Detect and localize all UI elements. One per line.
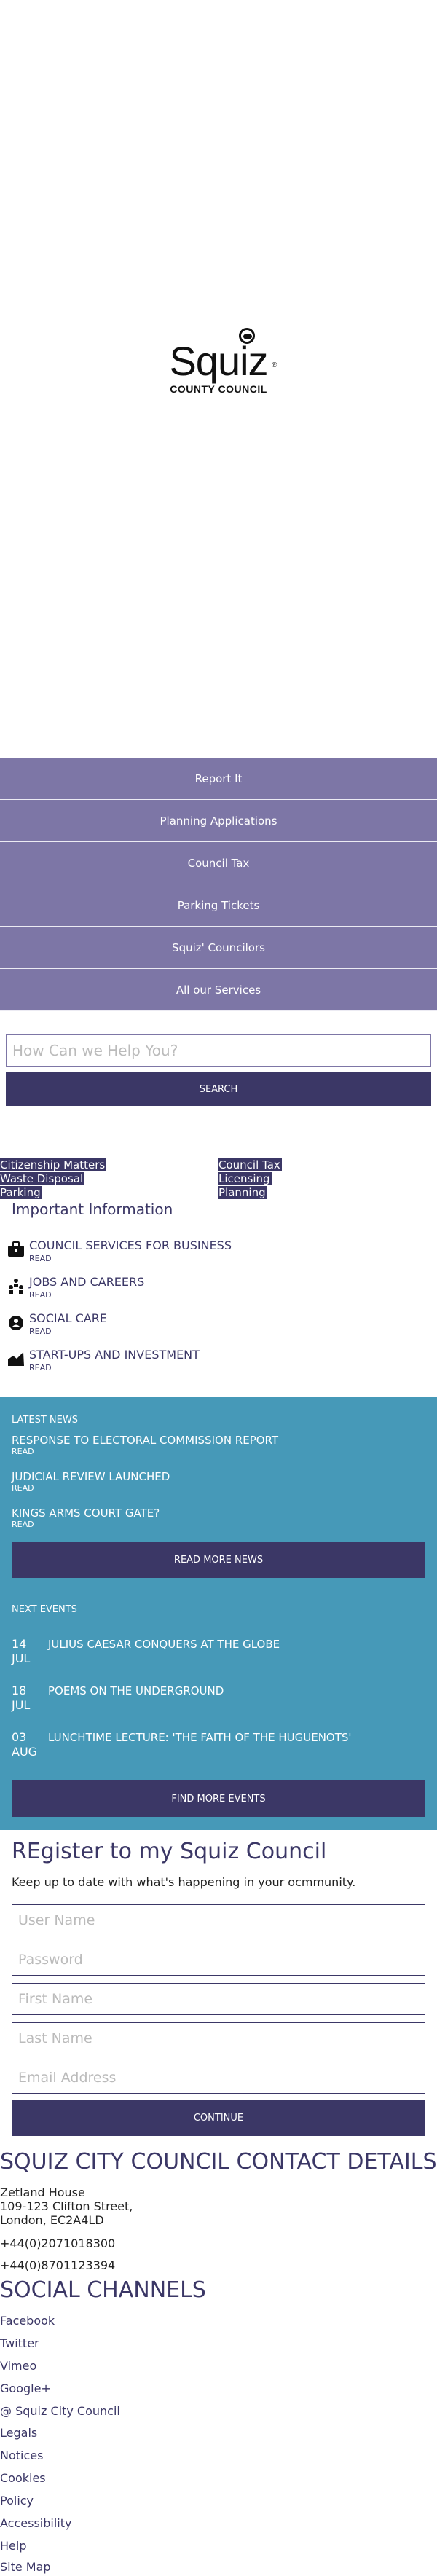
quick-link-licensing[interactable]: Licensing xyxy=(219,1172,272,1185)
event-title: POEMS ON THE UNDERGROUND xyxy=(48,1684,224,1697)
phone-number[interactable]: +44(0)8701123394 xyxy=(0,2258,115,2272)
growth-icon xyxy=(7,1351,25,1367)
search-input[interactable]: How Can we Help You? xyxy=(6,1034,431,1067)
register-title: REgister to my Squiz Council xyxy=(12,1839,327,1864)
social-link-twitter[interactable]: Twitter xyxy=(0,2336,39,2350)
news-title: RESPONSE TO ELECTORAL COMMISSION REPORT xyxy=(12,1434,279,1447)
event-item[interactable]: 18 JUL POEMS ON THE UNDERGROUND xyxy=(12,1684,427,1719)
important-item[interactable]: COUNCIL SERVICES FOR BUSINESS READ xyxy=(6,1238,428,1275)
important-item-title: JOBS AND CAREERS xyxy=(29,1275,145,1289)
find-more-events-button[interactable]: FIND MORE EVENTS xyxy=(12,1780,425,1817)
event-month: AUG xyxy=(12,1745,38,1759)
password-field[interactable]: Password xyxy=(12,1944,425,1976)
social-link-facebook[interactable]: Facebook xyxy=(0,2314,55,2328)
news-title: JUDICIAL REVIEW LAUNCHED xyxy=(12,1470,170,1483)
logo-wordmark: Squiz xyxy=(169,338,268,384)
main-nav: Report It Planning Applications Council … xyxy=(0,758,437,1011)
people-icon xyxy=(7,1278,25,1294)
event-title: JULIUS CAESAR CONQUERS AT THE GLOBE xyxy=(48,1638,280,1651)
news-item[interactable]: JUDICIAL REVIEW LAUNCHED READ xyxy=(12,1470,427,1493)
footer-link-legals[interactable]: Legals xyxy=(0,2426,37,2440)
read-link[interactable]: READ xyxy=(12,1447,427,1456)
important-item-title: COUNCIL SERVICES FOR BUSINESS xyxy=(29,1238,232,1252)
search-form: How Can we Help You? SEARCH xyxy=(6,1034,431,1106)
quick-link-planning[interactable]: Planning xyxy=(219,1186,267,1199)
event-day: 03 xyxy=(12,1730,27,1744)
username-field[interactable]: User Name xyxy=(12,1904,425,1936)
news-item[interactable]: RESPONSE TO ELECTORAL COMMISSION REPORT … xyxy=(12,1434,427,1456)
nav-item-report-it[interactable]: Report It xyxy=(0,758,437,800)
register-subtitle: Keep up to date with what's happening in… xyxy=(12,1875,356,1889)
footer-link-accessibility[interactable]: Accessibility xyxy=(0,2516,71,2530)
nav-item-councilors[interactable]: Squiz' Councilors xyxy=(0,927,437,969)
address-line: Zetland House xyxy=(0,2186,85,2199)
read-link[interactable]: READ xyxy=(29,1290,428,1300)
read-more-news-button[interactable]: READ MORE NEWS xyxy=(12,1542,425,1578)
quick-link-parking[interactable]: Parking xyxy=(0,1186,42,1199)
address-line: 109-123 Clifton Street, xyxy=(0,2199,133,2213)
search-button[interactable]: SEARCH xyxy=(6,1072,431,1106)
event-month: JUL xyxy=(12,1698,31,1712)
nav-item-all-services[interactable]: All our Services xyxy=(0,969,437,1011)
site-logo[interactable]: Squiz ® COUNTY COUNCIL xyxy=(0,328,437,395)
first-name-field[interactable]: First Name xyxy=(12,1983,425,2015)
contact-address: Zetland House 109-123 Clifton Street, Lo… xyxy=(0,2186,133,2227)
event-day: 18 xyxy=(12,1684,27,1697)
read-link[interactable]: READ xyxy=(12,1483,427,1493)
nav-item-council-tax[interactable]: Council Tax xyxy=(0,842,437,884)
phone-number[interactable]: +44(0)2071018300 xyxy=(0,2237,115,2250)
event-day: 14 xyxy=(12,1637,27,1651)
nav-item-parking-tickets[interactable]: Parking Tickets xyxy=(0,884,437,927)
continue-button[interactable]: CONTINUE xyxy=(12,2100,425,2136)
logo-subtitle: COUNTY COUNCIL xyxy=(170,383,267,395)
quick-links-left: Citizenship Matters Waste Disposal Parki… xyxy=(0,1158,107,1200)
quick-links-right: Council Tax Licensing Planning xyxy=(219,1158,282,1200)
read-link[interactable]: READ xyxy=(29,1327,428,1336)
important-item[interactable]: SOCIAL CARE READ xyxy=(6,1311,428,1348)
nav-item-planning-applications[interactable]: Planning Applications xyxy=(0,800,437,842)
footer-link-sitemap[interactable]: Site Map xyxy=(0,2560,51,2574)
footer-link-help[interactable]: Help xyxy=(0,2539,26,2553)
event-month: JUL xyxy=(12,1652,31,1665)
last-name-field[interactable]: Last Name xyxy=(12,2022,425,2054)
important-item-title: START-UPS AND INVESTMENT xyxy=(29,1348,200,1362)
important-item-title: SOCIAL CARE xyxy=(29,1311,107,1325)
event-item[interactable]: 14 JUL JULIUS CAESAR CONQUERS AT THE GLO… xyxy=(12,1638,427,1673)
event-item[interactable]: 03 AUG LUNCHTIME LECTURE: 'THE FAITH OF … xyxy=(12,1731,427,1766)
news-label: LATEST NEWS xyxy=(12,1415,78,1426)
contact-title: SQUIZ CITY COUNCIL CONTACT DETAILS xyxy=(0,2149,437,2175)
logo-registered-mark: ® xyxy=(272,361,277,369)
important-title: Important Information xyxy=(12,1201,173,1218)
quick-link-council-tax[interactable]: Council Tax xyxy=(219,1158,282,1171)
read-link[interactable]: READ xyxy=(29,1363,428,1373)
read-link[interactable]: READ xyxy=(12,1520,427,1529)
email-field[interactable]: Email Address xyxy=(12,2062,425,2094)
footer-link-policy[interactable]: Policy xyxy=(0,2494,34,2508)
social-title: SOCIAL CHANNELS xyxy=(0,2277,206,2303)
event-title: LUNCHTIME LECTURE: 'THE FAITH OF THE HUG… xyxy=(48,1731,352,1744)
social-link-vimeo[interactable]: Vimeo xyxy=(0,2359,36,2373)
important-list: COUNCIL SERVICES FOR BUSINESS READ JOBS … xyxy=(6,1238,428,1384)
footer-link-cookies[interactable]: Cookies xyxy=(0,2471,46,2485)
news-title: KINGS ARMS COURT GATE? xyxy=(12,1507,160,1520)
quick-link-citizenship[interactable]: Citizenship Matters xyxy=(0,1158,107,1171)
important-item[interactable]: START-UPS AND INVESTMENT READ xyxy=(6,1348,428,1384)
logo-swirl-icon xyxy=(238,328,255,344)
news-item[interactable]: KINGS ARMS COURT GATE? READ xyxy=(12,1507,427,1529)
briefcase-icon xyxy=(7,1241,25,1257)
social-link-google-plus[interactable]: Google+ xyxy=(0,2381,51,2395)
person-icon xyxy=(7,1314,25,1330)
address-line: London, EC2A4LD xyxy=(0,2213,104,2227)
important-item[interactable]: JOBS AND CAREERS READ xyxy=(6,1275,428,1311)
events-label: NEXT EVENTS xyxy=(12,1604,77,1615)
footer-link-notices[interactable]: Notices xyxy=(0,2449,43,2462)
read-link[interactable]: READ xyxy=(29,1254,428,1263)
quick-link-waste[interactable]: Waste Disposal xyxy=(0,1172,85,1185)
social-link-twitter-handle[interactable]: @ Squiz City Council xyxy=(0,2404,120,2418)
news-events-section: LATEST NEWS RESPONSE TO ELECTORAL COMMIS… xyxy=(0,1397,437,1830)
